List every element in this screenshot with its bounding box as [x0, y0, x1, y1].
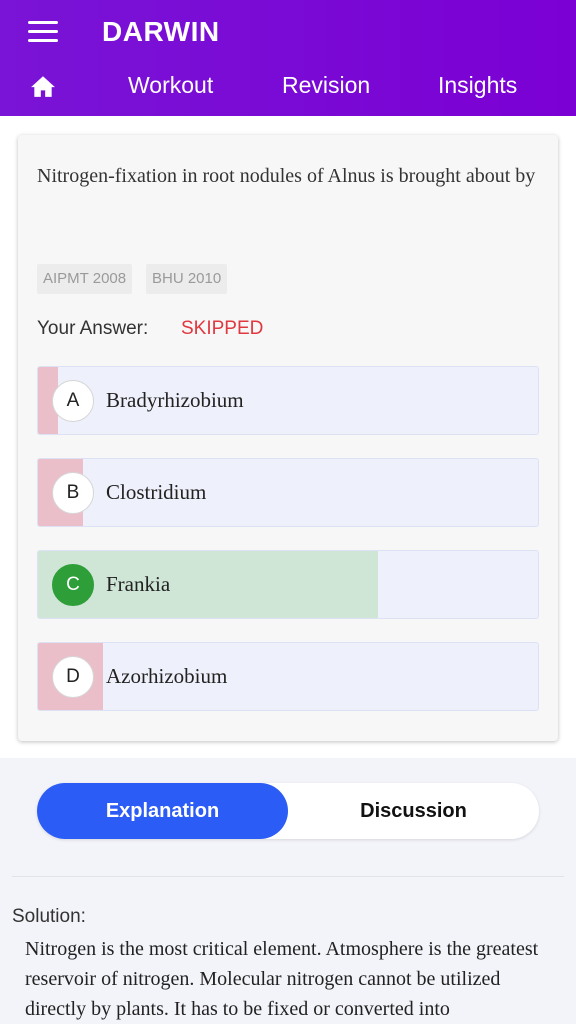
tab-explanation[interactable]: Explanation: [37, 783, 288, 839]
question-card: Nitrogen-fixation in root nodules of Aln…: [18, 135, 558, 741]
exam-tag: BHU 2010: [146, 264, 228, 294]
nav-revision[interactable]: Revision: [282, 72, 370, 99]
option-text: Bradyrhizobium: [106, 388, 244, 412]
tab-discussion[interactable]: Discussion: [288, 783, 539, 839]
option-text: Azorhizobium: [106, 664, 228, 688]
menu-icon[interactable]: [28, 21, 58, 43]
solution-text: Nitrogen is the most critical element. A…: [25, 938, 539, 1020]
solution-title: Solution:: [12, 906, 86, 927]
exam-tag: AIPMT 2008: [37, 264, 133, 294]
app-header: DARWIN Workout Revision Insights: [0, 0, 576, 116]
question-text: Nitrogen-fixation in root nodules of Aln…: [37, 165, 536, 187]
divider: [12, 876, 564, 877]
your-answer-label: Your Answer:: [37, 318, 149, 339]
option-text: Clostridium: [106, 480, 207, 504]
app-title: DARWIN: [102, 16, 220, 47]
explanation-discussion-toggle: Explanation Discussion: [37, 783, 539, 839]
option-letter: B: [52, 472, 94, 514]
nav-workout[interactable]: Workout: [128, 72, 213, 99]
option-text: Frankia: [106, 572, 171, 596]
answer-status: SKIPPED: [181, 318, 264, 339]
option-b[interactable]: B Clostridium: [37, 458, 539, 527]
option-c[interactable]: C Frankia: [37, 550, 539, 619]
nav-insights[interactable]: Insights: [438, 72, 517, 99]
option-d[interactable]: D Azorhizobium: [37, 642, 539, 711]
option-a[interactable]: A Bradyrhizobium: [37, 366, 539, 435]
option-letter: D: [52, 656, 94, 698]
option-letter: A: [52, 380, 94, 422]
option-letter: C: [52, 564, 94, 606]
home-icon[interactable]: [30, 74, 56, 98]
